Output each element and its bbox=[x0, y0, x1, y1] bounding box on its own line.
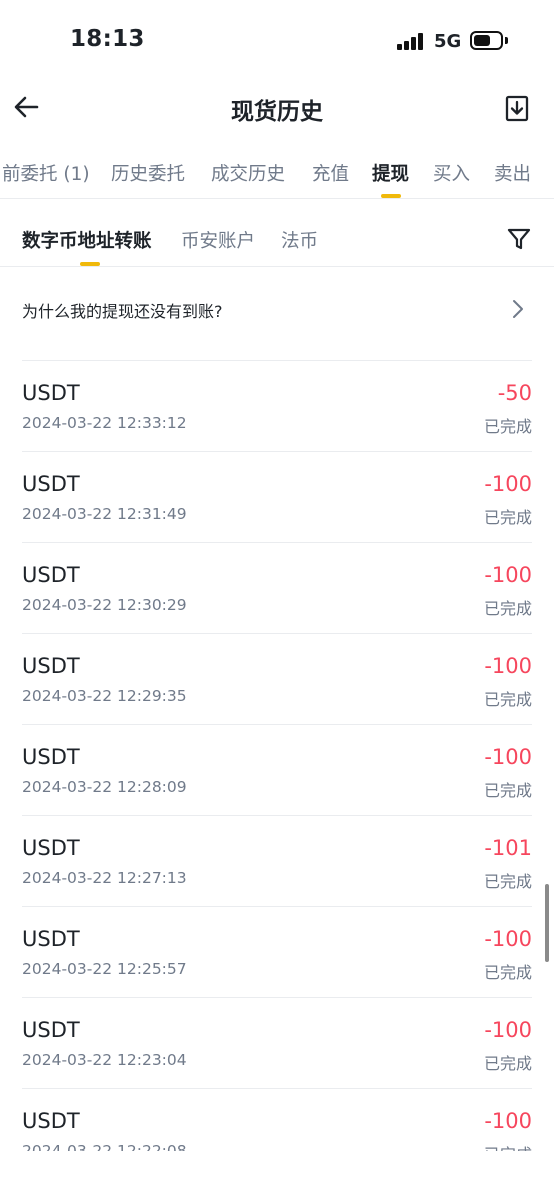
tab-trade-history[interactable]: 成交历史 bbox=[211, 160, 285, 186]
amount: -101 bbox=[484, 836, 532, 860]
amount: -100 bbox=[484, 745, 532, 769]
amount: -100 bbox=[484, 1109, 532, 1133]
list-item[interactable]: USDT 2024-03-22 12:31:49 -100 已完成 bbox=[0, 452, 554, 543]
header: 现货历史 bbox=[0, 80, 554, 136]
tabs-divider bbox=[0, 198, 554, 199]
withdraw-history-list: USDT 2024-03-22 12:33:12 -50 已完成 USDT 20… bbox=[0, 361, 554, 1151]
coin-name: USDT bbox=[22, 1018, 80, 1042]
subtab-binance-account[interactable]: 币安账户 bbox=[181, 227, 255, 253]
amount: -100 bbox=[484, 654, 532, 678]
coin-name: USDT bbox=[22, 1109, 80, 1133]
tab-deposit[interactable]: 充值 bbox=[312, 160, 349, 186]
status-text: 已完成 bbox=[483, 508, 532, 527]
coin-name: USDT bbox=[22, 472, 80, 496]
download-icon[interactable] bbox=[500, 92, 534, 126]
status-text: 已完成 bbox=[483, 781, 532, 800]
history-tabs: 前委托 (1) 历史委托 成交历史 充值 提现 买入 卖出 bbox=[0, 146, 554, 200]
timestamp: 2024-03-22 12:27:13 bbox=[22, 869, 187, 887]
status-text: 已完成 bbox=[483, 872, 532, 891]
status-text: 已完成 bbox=[483, 690, 532, 709]
tab-buy[interactable]: 买入 bbox=[433, 160, 470, 186]
status-text: 已完成 bbox=[484, 1141, 532, 1151]
tab-withdraw[interactable]: 提现 bbox=[372, 160, 409, 186]
timestamp: 2024-03-22 12:25:57 bbox=[22, 960, 187, 978]
battery-icon bbox=[470, 31, 503, 50]
withdraw-subtabs: 数字币地址转账 币安账户 法币 bbox=[0, 210, 554, 266]
amount: -100 bbox=[484, 472, 532, 496]
status-text: 已完成 bbox=[483, 599, 532, 618]
timestamp: 2024-03-22 12:28:09 bbox=[22, 778, 187, 796]
network-label: 5G bbox=[434, 31, 462, 52]
scrollbar[interactable] bbox=[545, 884, 549, 962]
list-item[interactable]: USDT 2024-03-22 12:25:57 -100 已完成 bbox=[0, 907, 554, 998]
timestamp: 2024-03-22 12:33:12 bbox=[22, 414, 187, 432]
timestamp: 2024-03-22 12:31:49 bbox=[22, 505, 187, 523]
page-title: 现货历史 bbox=[231, 99, 323, 125]
timestamp: 2024-03-22 12:22:08 bbox=[22, 1142, 187, 1151]
subtab-fiat[interactable]: 法币 bbox=[281, 227, 318, 253]
status-bar: 18:13 5G bbox=[0, 0, 554, 80]
chevron-right-icon bbox=[508, 298, 528, 320]
coin-name: USDT bbox=[22, 381, 80, 405]
coin-name: USDT bbox=[22, 927, 80, 951]
subtab-crypto-address[interactable]: 数字币地址转账 bbox=[22, 227, 152, 253]
amount: -100 bbox=[484, 1018, 532, 1042]
amount: -50 bbox=[497, 381, 532, 405]
coin-name: USDT bbox=[22, 654, 80, 678]
faq-text: 为什么我的提现还没有到账? bbox=[22, 302, 223, 321]
signal-icon bbox=[397, 32, 427, 50]
battery-cap bbox=[505, 37, 508, 44]
timestamp: 2024-03-22 12:30:29 bbox=[22, 596, 187, 614]
list-item[interactable]: USDT 2024-03-22 12:33:12 -50 已完成 bbox=[0, 361, 554, 452]
timestamp: 2024-03-22 12:29:35 bbox=[22, 687, 187, 705]
amount: -100 bbox=[484, 563, 532, 587]
status-time: 18:13 bbox=[70, 26, 145, 52]
tab-order-history[interactable]: 历史委托 bbox=[111, 160, 185, 186]
list-item[interactable]: USDT 2024-03-22 12:27:13 -101 已完成 bbox=[0, 816, 554, 907]
list-item[interactable]: USDT 2024-03-22 12:29:35 -100 已完成 bbox=[0, 634, 554, 725]
timestamp: 2024-03-22 12:23:04 bbox=[22, 1051, 187, 1069]
status-text: 已完成 bbox=[483, 417, 532, 436]
list-item[interactable]: USDT 2024-03-22 12:28:09 -100 已完成 bbox=[0, 725, 554, 816]
list-item[interactable]: USDT 2024-03-22 12:23:04 -100 已完成 bbox=[0, 998, 554, 1089]
status-text: 已完成 bbox=[483, 963, 532, 982]
list-item[interactable]: USDT 2024-03-22 12:30:29 -100 已完成 bbox=[0, 543, 554, 634]
withdraw-faq-link[interactable]: 为什么我的提现还没有到账? bbox=[0, 268, 554, 352]
subtabs-divider bbox=[0, 266, 554, 267]
filter-icon[interactable] bbox=[506, 226, 532, 252]
tab-open-orders[interactable]: 前委托 (1) bbox=[2, 160, 90, 186]
list-item[interactable]: USDT 2024-03-22 12:22:08 -100 已完成 bbox=[0, 1089, 554, 1151]
coin-name: USDT bbox=[22, 836, 80, 860]
tab-sell[interactable]: 卖出 bbox=[494, 160, 531, 186]
coin-name: USDT bbox=[22, 745, 80, 769]
coin-name: USDT bbox=[22, 563, 80, 587]
status-text: 已完成 bbox=[483, 1054, 532, 1073]
amount: -100 bbox=[484, 927, 532, 951]
